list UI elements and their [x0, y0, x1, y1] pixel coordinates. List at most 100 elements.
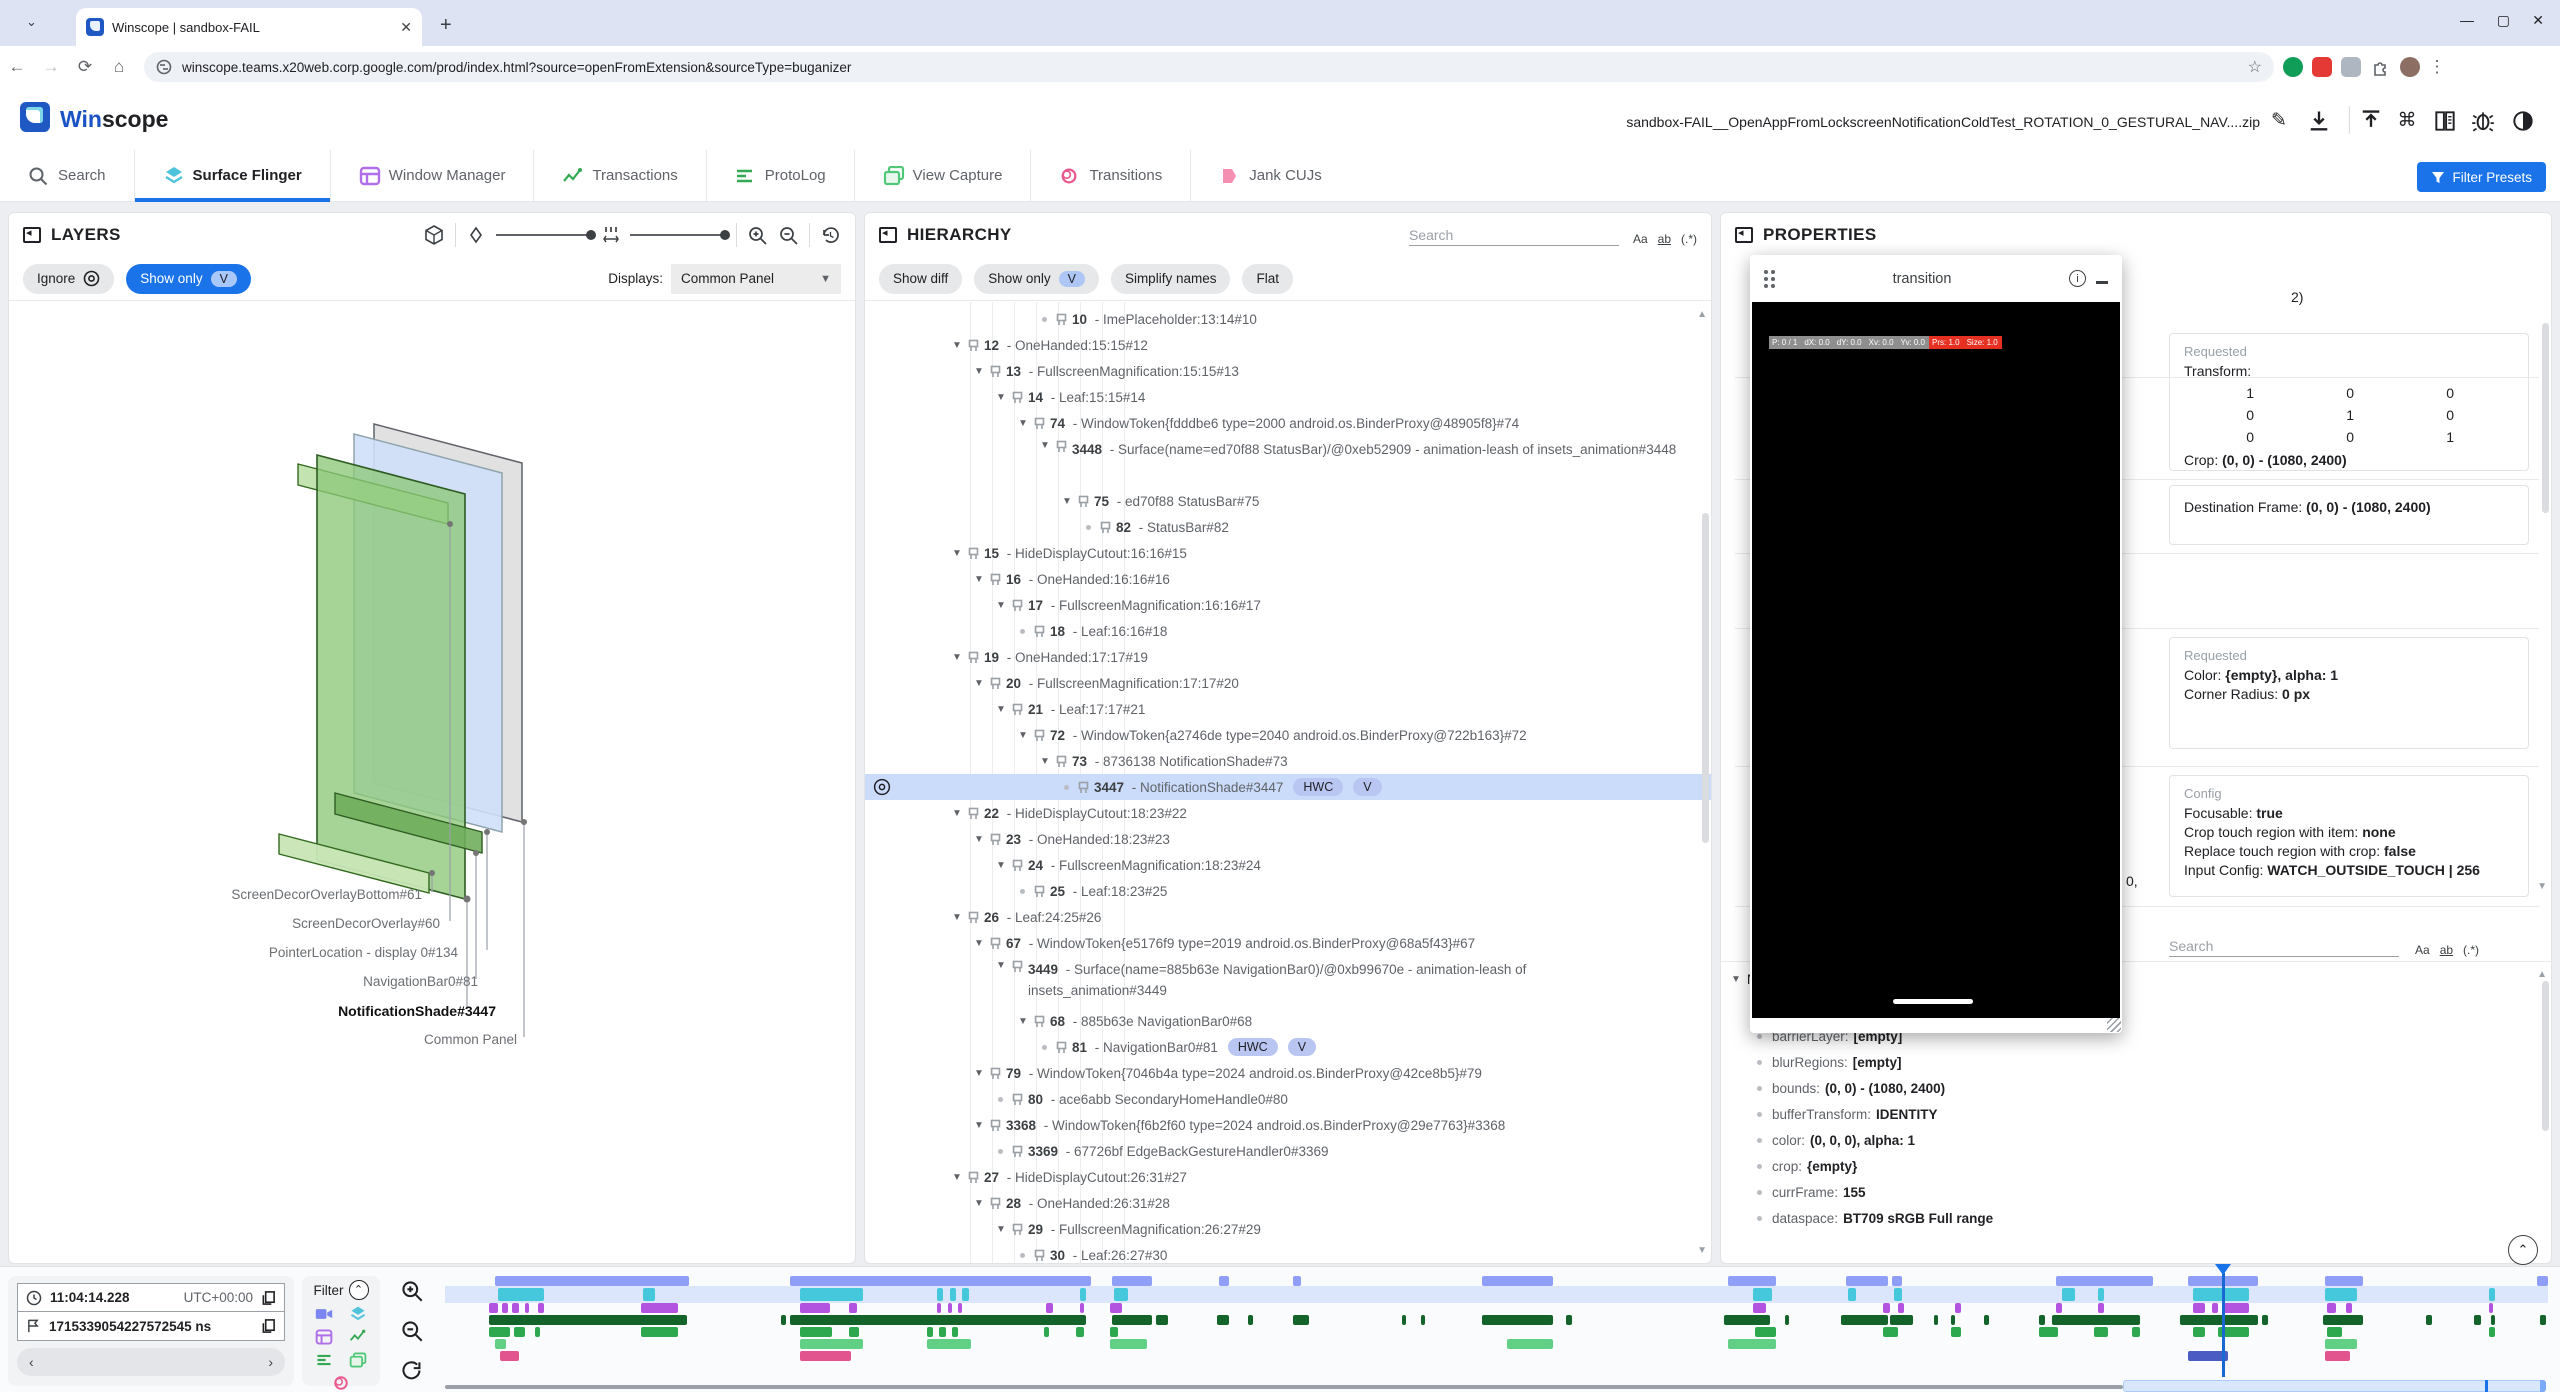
pin-icon[interactable]: [1078, 781, 1089, 794]
pin-icon[interactable]: [1012, 599, 1023, 612]
timeline-zoom-out-icon[interactable]: [400, 1319, 424, 1343]
site-settings-icon[interactable]: [156, 59, 172, 75]
collapse-properties-panel-icon[interactable]: [1735, 227, 1753, 243]
expander-arrow-icon[interactable]: ▼: [971, 678, 987, 689]
window-minimize-icon[interactable]: —: [2460, 12, 2474, 28]
pin-icon[interactable]: [1056, 755, 1067, 768]
pin-icon[interactable]: [1034, 1015, 1045, 1028]
properties-search-input[interactable]: Search: [2169, 936, 2399, 957]
copy-icon[interactable]: [261, 1290, 276, 1306]
timeline-cursor[interactable]: [2222, 1273, 2225, 1377]
protolog-icon[interactable]: [315, 1351, 333, 1369]
tree-node-13[interactable]: ▼13 - FullscreenMagnification:15:15#13: [865, 358, 1711, 384]
tree-node-18[interactable]: 18 - Leaf:16:16#18: [865, 618, 1711, 644]
show-only-v-chip[interactable]: Show only V: [126, 264, 251, 294]
expander-arrow-icon[interactable]: ▼: [971, 834, 987, 845]
transitions-icon[interactable]: [332, 1374, 350, 1392]
timeline-zoom-in-icon[interactable]: [400, 1279, 424, 1303]
tree-node-20[interactable]: ▼20 - FullscreenMagnification:17:17#20: [865, 670, 1711, 696]
ns-timestamp[interactable]: 1715339054227572545 ns: [49, 1319, 211, 1334]
expander-arrow-icon[interactable]: ▼: [993, 704, 1009, 715]
timeline-tracks[interactable]: [445, 1273, 2548, 1381]
tree-node-30[interactable]: 30 - Leaf:26:27#30: [865, 1242, 1711, 1263]
expander-arrow-icon[interactable]: ▼: [949, 1172, 965, 1183]
tab-surface-flinger[interactable]: Surface Flinger: [134, 150, 330, 201]
property-bufferTransform[interactable]: bufferTransform:IDENTITY: [1757, 1107, 1938, 1122]
tree-node-19[interactable]: ▼19 - OneHanded:17:17#19: [865, 644, 1711, 670]
pin-icon[interactable]: [990, 1197, 1001, 1210]
expander-arrow-icon[interactable]: ▼: [1015, 418, 1031, 429]
minimize-window-icon[interactable]: [2096, 281, 2108, 284]
match-case-icon[interactable]: Aa: [1633, 232, 1648, 246]
rotation-icon[interactable]: [466, 225, 486, 245]
tree-node-3369[interactable]: 3369 - 67726bf EdgeBackGestureHandler0#3…: [865, 1138, 1711, 1164]
expander-arrow-icon[interactable]: ▼: [971, 366, 987, 377]
hierarchy-search-input[interactable]: Search: [1409, 225, 1619, 246]
window-manager-icon[interactable]: [315, 1328, 333, 1346]
transactions-icon[interactable]: [349, 1328, 367, 1346]
human-time[interactable]: 11:04:14.228: [50, 1290, 130, 1305]
track-surface-flinger[interactable]: [445, 1288, 2548, 1301]
edit-file-icon[interactable]: ✎: [2266, 108, 2292, 134]
documentation-book-icon[interactable]: [2432, 108, 2458, 134]
tree-node-3447[interactable]: 3447 - NotificationShade#3447HWCV: [865, 774, 1711, 800]
extension-icon-gray[interactable]: [2341, 57, 2361, 77]
report-bug-icon[interactable]: [2470, 108, 2496, 134]
pin-icon[interactable]: [968, 1171, 979, 1184]
expander-arrow-icon[interactable]: ▼: [949, 808, 965, 819]
browser-tab[interactable]: Winscope | sandbox-FAIL ✕: [76, 8, 422, 46]
pin-icon[interactable]: [1034, 417, 1045, 430]
copy-icon[interactable]: [261, 1318, 276, 1334]
info-icon[interactable]: i: [2069, 270, 2086, 287]
drag-handle-icon[interactable]: [1764, 270, 1775, 288]
tree-node-79[interactable]: ▼79 - WindowToken{7046b4a type=2024 andr…: [865, 1060, 1711, 1086]
timeline-minimap[interactable]: [445, 1380, 2548, 1392]
chip-flat[interactable]: Flat: [1242, 264, 1293, 294]
pin-icon[interactable]: [990, 937, 1001, 950]
regex-icon[interactable]: (.*): [2463, 943, 2479, 957]
expander-arrow-icon[interactable]: ▼: [971, 1120, 987, 1131]
expander-arrow-icon[interactable]: ▼: [949, 652, 965, 663]
tree-node-10[interactable]: 10 - ImePlaceholder:13:14#10: [865, 306, 1711, 332]
pin-icon[interactable]: [1078, 495, 1089, 508]
tab-window-manager[interactable]: Window Manager: [330, 150, 534, 201]
tab-transactions[interactable]: Transactions: [533, 150, 705, 201]
tree-node-73[interactable]: ▼73 - 8736138 NotificationShade#73: [865, 748, 1711, 774]
pin-icon[interactable]: [1056, 1041, 1067, 1054]
tree-node-24[interactable]: ▼24 - FullscreenMagnification:18:23#24: [865, 852, 1711, 878]
resize-handle[interactable]: [2107, 1018, 2121, 1032]
extensions-puzzle-icon[interactable]: [2371, 57, 2391, 77]
tab-protolog[interactable]: ProtoLog: [706, 150, 854, 201]
property-currFrame[interactable]: currFrame:155: [1757, 1185, 1866, 1200]
track-view-capture[interactable]: [445, 1339, 2548, 1349]
chip-show-only[interactable]: Show onlyV: [974, 264, 1099, 294]
tree-node-14[interactable]: ▼14 - Leaf:15:15#14: [865, 384, 1711, 410]
reset-view-icon[interactable]: [820, 225, 841, 246]
property-blurRegions[interactable]: blurRegions:[empty]: [1757, 1055, 1902, 1070]
tree-node-75[interactable]: ▼75 - ed70f88 StatusBar#75: [865, 488, 1711, 514]
pin-icon[interactable]: [1012, 960, 1023, 973]
new-tab-button[interactable]: +: [440, 14, 452, 37]
minimap-resize-handle[interactable]: [2540, 1380, 2546, 1392]
layers-3d-view[interactable]: ScreenDecorOverlayBottom#61ScreenDecorOv…: [9, 302, 855, 1262]
pin-icon[interactable]: [1012, 1145, 1023, 1158]
tree-node-81[interactable]: 81 - NavigationBar0#81HWCV: [865, 1034, 1711, 1060]
chip-show-diff[interactable]: Show diff: [879, 264, 962, 294]
surface-flinger-icon[interactable]: [349, 1305, 367, 1323]
extension-icon-green[interactable]: [2283, 57, 2303, 77]
pin-icon[interactable]: [968, 911, 979, 924]
match-word-icon[interactable]: ab: [2440, 943, 2453, 957]
minimap-selection[interactable]: [2123, 1380, 2544, 1392]
tree-node-68[interactable]: ▼68 - 885b63e NavigationBar0#68: [865, 1008, 1711, 1034]
upload-icon[interactable]: [2358, 108, 2384, 134]
pin-icon[interactable]: [968, 651, 979, 664]
pin-icon[interactable]: [968, 547, 979, 560]
collapse-hierarchy-panel-icon[interactable]: [879, 227, 897, 243]
expander-arrow-icon[interactable]: ▼: [1037, 756, 1053, 767]
expander-arrow-icon[interactable]: ▼: [993, 392, 1009, 403]
layer-spacing-icon[interactable]: [602, 225, 620, 245]
tree-node-15[interactable]: ▼15 - HideDisplayCutout:16:16#15: [865, 540, 1711, 566]
pin-icon[interactable]: [968, 807, 979, 820]
rotation-slider[interactable]: [496, 234, 592, 236]
track-transitions[interactable]: [445, 1351, 2548, 1361]
